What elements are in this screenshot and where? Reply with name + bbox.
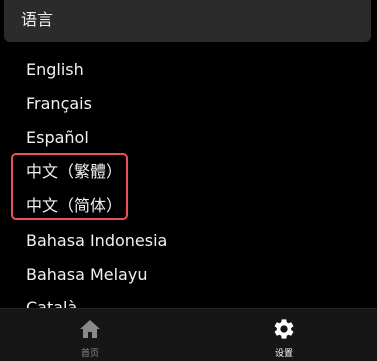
nav-settings-label: 设置 bbox=[274, 349, 293, 359]
language-item-french[interactable]: Français bbox=[26, 94, 92, 114]
nav-item-home[interactable]: 首页 bbox=[50, 309, 130, 361]
bottom-navigation-bar: 首页 设置 bbox=[0, 308, 377, 361]
language-settings-screen: 语言 English Français Español 中文（繁體） 中文（简体… bbox=[0, 0, 377, 361]
page-title: 语言 bbox=[21, 10, 54, 29]
language-item-english[interactable]: English bbox=[26, 60, 84, 80]
nav-item-settings[interactable]: 设置 bbox=[244, 309, 324, 361]
language-item-spanish[interactable]: Español bbox=[26, 128, 89, 148]
home-icon bbox=[80, 320, 100, 338]
nav-home-label: 首页 bbox=[80, 349, 99, 359]
gear-icon bbox=[274, 319, 294, 339]
language-item-malay[interactable]: Bahasa Melayu bbox=[26, 265, 147, 285]
language-item-indonesian[interactable]: Bahasa Indonesia bbox=[26, 231, 167, 251]
header-bar: 语言 bbox=[4, 0, 371, 42]
highlight-annotation-box bbox=[11, 153, 128, 220]
